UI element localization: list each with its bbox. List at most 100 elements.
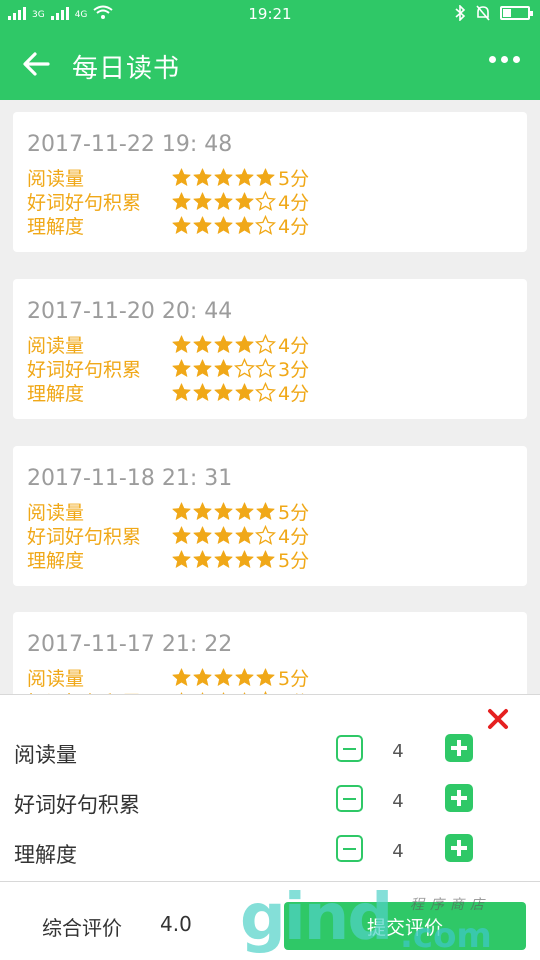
- rating-item: 阅读量 5分: [27, 165, 310, 190]
- star-filled-icon: [234, 167, 255, 186]
- star-empty-icon: [255, 214, 276, 235]
- star-filled-icon: [213, 382, 234, 401]
- rating-item-label: 理解度: [27, 382, 85, 405]
- bell-off-icon: [476, 5, 490, 21]
- arrow-left-icon[interactable]: [20, 48, 54, 80]
- star-filled-icon: [192, 501, 213, 520]
- battery-icon: [500, 6, 533, 20]
- rating-score: 4分: [278, 382, 310, 405]
- minus-button[interactable]: [336, 785, 363, 812]
- star-rating: [171, 190, 276, 212]
- star-filled-icon: [192, 549, 213, 568]
- star-filled-icon: [255, 167, 276, 186]
- star-filled-icon: [213, 191, 234, 210]
- rating-value: 4: [392, 841, 404, 862]
- star-filled-icon: [213, 525, 234, 544]
- star-empty-icon: [255, 333, 276, 354]
- rating-score: 3分: [278, 358, 310, 381]
- rating-item-label: 阅读量: [27, 501, 85, 524]
- submit-button[interactable]: 提交评价: [284, 902, 526, 950]
- star-rating: [171, 357, 276, 379]
- record-card[interactable]: 2017-11-22 19: 48 阅读量 5分 好词好句积累 4分 理解度 4分: [13, 112, 527, 252]
- plus-button[interactable]: [445, 734, 473, 762]
- rating-value: 4: [392, 791, 404, 812]
- summary-label: 综合评价: [42, 916, 122, 940]
- star-filled-icon: [255, 667, 276, 686]
- star-filled-icon: [171, 215, 192, 234]
- star-filled-icon: [192, 525, 213, 544]
- rating-panel: 阅读量 4 好词好句积累 4 理解度 4 综合评价 4.0 提交评价: [0, 694, 540, 960]
- minus-button[interactable]: [336, 835, 363, 862]
- star-filled-icon: [234, 501, 255, 520]
- star-filled-icon: [234, 549, 255, 568]
- star-rating: [171, 167, 276, 188]
- status-right: [454, 5, 533, 21]
- bluetooth-icon: [455, 5, 466, 21]
- star-empty-icon: [255, 190, 276, 211]
- star-filled-icon: [234, 525, 255, 544]
- plus-button[interactable]: [445, 834, 473, 862]
- star-filled-icon: [192, 667, 213, 686]
- star-empty-icon: [255, 357, 276, 378]
- star-filled-icon: [171, 358, 192, 377]
- star-empty-icon: [255, 381, 276, 402]
- star-filled-icon: [171, 667, 192, 686]
- rating-item: 好词好句积累 4分: [27, 189, 310, 214]
- rating-item: 阅读量 5分: [27, 499, 310, 524]
- star-filled-icon: [171, 191, 192, 210]
- star-filled-icon: [234, 334, 255, 353]
- star-filled-icon: [234, 191, 255, 210]
- star-filled-icon: [213, 215, 234, 234]
- star-filled-icon: [171, 334, 192, 353]
- star-filled-icon: [213, 358, 234, 377]
- rating-row-label: 好词好句积累: [14, 793, 140, 817]
- rating-item: 理解度 4分: [27, 380, 310, 405]
- star-rating: [171, 214, 276, 236]
- close-x-icon[interactable]: [486, 707, 510, 731]
- rating-item-label: 好词好句积累: [27, 358, 142, 381]
- rating-item-label: 好词好句积累: [27, 191, 142, 214]
- record-date: 2017-11-18 21: 31: [27, 466, 233, 491]
- rating-value: 4: [392, 741, 404, 762]
- minus-button[interactable]: [336, 735, 363, 762]
- star-filled-icon: [171, 382, 192, 401]
- rating-item: 阅读量 5分: [27, 665, 310, 690]
- rating-footer: 综合评价 4.0 提交评价: [0, 881, 540, 960]
- plus-button[interactable]: [445, 784, 473, 812]
- star-filled-icon: [171, 525, 192, 544]
- star-empty-icon: [234, 357, 255, 378]
- star-filled-icon: [192, 358, 213, 377]
- more-dots-icon[interactable]: [489, 56, 520, 63]
- rating-score: 4分: [278, 215, 310, 238]
- rating-item-label: 阅读量: [27, 334, 85, 357]
- rating-item: 理解度 5分: [27, 547, 310, 572]
- rating-row-vocabulary: 好词好句积累 4: [0, 783, 540, 823]
- rating-item: 好词好句积累 3分: [27, 356, 310, 381]
- star-rating: [171, 333, 276, 355]
- rating-item: 阅读量 4分: [27, 332, 309, 357]
- star-filled-icon: [192, 167, 213, 186]
- rating-score: 5分: [278, 167, 310, 190]
- record-date: 2017-11-20 20: 44: [27, 299, 233, 324]
- record-card[interactable]: 2017-11-18 21: 31 阅读量 5分 好词好句积累 4分 理解度 5分: [13, 446, 527, 586]
- star-rating: [171, 667, 276, 688]
- rating-item: 好词好句积累 4分: [27, 523, 310, 548]
- rating-score: 5分: [278, 501, 310, 524]
- rating-score: 5分: [278, 667, 310, 690]
- star-empty-icon: [255, 524, 276, 545]
- rating-item-label: 理解度: [27, 215, 85, 238]
- rating-score: 5分: [278, 549, 310, 572]
- rating-score: 4分: [278, 191, 310, 214]
- summary-value: 4.0: [160, 912, 192, 936]
- star-filled-icon: [171, 167, 192, 186]
- star-rating: [171, 501, 276, 522]
- star-filled-icon: [255, 501, 276, 520]
- rating-item-label: 好词好句积累: [27, 525, 142, 548]
- app-bar: 每日读书: [0, 28, 540, 100]
- star-filled-icon: [192, 191, 213, 210]
- star-filled-icon: [234, 382, 255, 401]
- record-card[interactable]: 2017-11-20 20: 44 阅读量 4分 好词好句积累 3分 理解度 4分: [13, 279, 527, 419]
- star-filled-icon: [234, 215, 255, 234]
- rating-item-label: 理解度: [27, 549, 85, 572]
- rating-score: 4分: [278, 525, 310, 548]
